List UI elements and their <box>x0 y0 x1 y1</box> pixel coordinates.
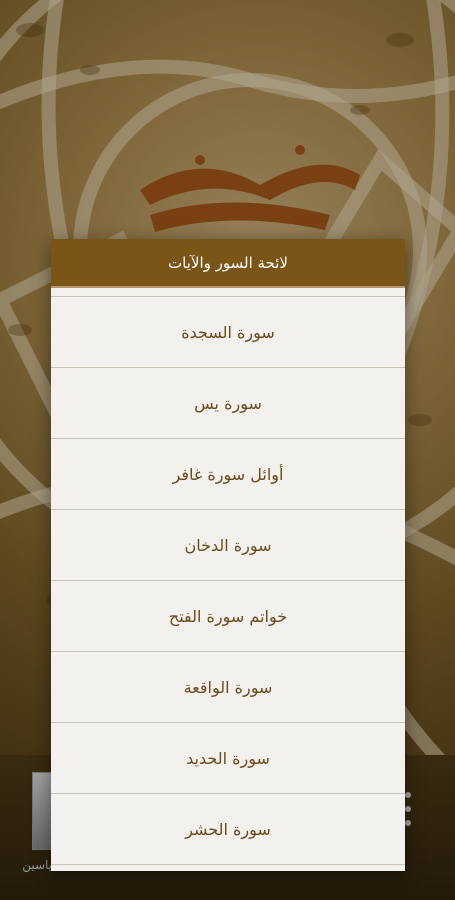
list-item[interactable]: سورة السجدة <box>51 296 405 368</box>
list-item[interactable]: سورة الواقعة <box>51 652 405 723</box>
list-item[interactable]: أوائل سورة غافر <box>51 439 405 510</box>
list-item[interactable]: خواتم سورة الفتح <box>51 581 405 652</box>
list-item[interactable]: سورة الحديد <box>51 723 405 794</box>
list-item[interactable]: سورة الدخان <box>51 510 405 581</box>
list-item[interactable]: سورة الحشر <box>51 794 405 865</box>
list-item[interactable]: سورة يس <box>51 368 405 439</box>
sura-list-dialog: لائحة السور والآيات سورة السجدة سورة يس … <box>51 239 405 871</box>
dialog-title: لائحة السور والآيات <box>51 239 405 288</box>
sura-list: سورة السجدة سورة يس أوائل سورة غافر سورة… <box>51 296 405 865</box>
